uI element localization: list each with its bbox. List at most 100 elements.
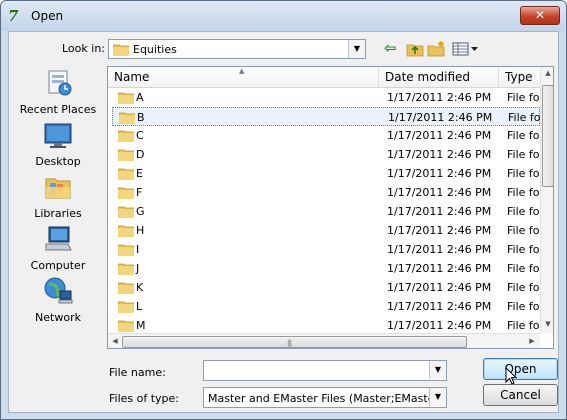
file-name-cell: B xyxy=(137,111,145,124)
cancel-button[interactable]: Cancel xyxy=(483,384,558,406)
file-row[interactable]: F 1/17/2011 2:46 PM File fol xyxy=(108,183,543,202)
folder-icon xyxy=(112,43,130,59)
mouse-cursor-icon xyxy=(505,366,518,388)
folder-icon xyxy=(118,111,136,127)
new-folder-icon[interactable] xyxy=(427,41,445,57)
file-name-cell: I xyxy=(136,243,140,256)
file-name-input[interactable]: ▼ xyxy=(203,360,447,381)
date-modified-cell: 1/17/2011 2:46 PM xyxy=(387,262,492,275)
place-label: Desktop xyxy=(35,155,81,168)
folder-icon xyxy=(117,205,135,221)
date-modified-cell: 1/17/2011 2:46 PM xyxy=(388,111,493,124)
file-list[interactable]: Name ▲ Date modified Type A 1/17/2011 2:4… xyxy=(107,66,554,349)
type-cell: File fol xyxy=(507,224,543,237)
type-cell: File fol xyxy=(507,300,543,313)
place-network[interactable]: Network xyxy=(11,274,105,326)
type-cell: File fol xyxy=(507,167,543,180)
type-cell: File fol xyxy=(508,111,544,124)
dialog-body: Look in: Equities ▼ ⇦ Recent Places Desk… xyxy=(8,31,559,413)
place-label: Recent Places xyxy=(19,103,97,116)
files-of-type-value: Master and EMaster Files (Master;EMaster… xyxy=(208,392,444,405)
file-row[interactable]: I 1/17/2011 2:46 PM File fol xyxy=(108,240,543,259)
places-bar: Recent Places Desktop Libraries Computer xyxy=(11,66,105,331)
file-row[interactable]: C 1/17/2011 2:46 PM File fol xyxy=(108,126,543,145)
file-row[interactable]: B 1/17/2011 2:46 PM File fol xyxy=(112,107,544,127)
look-in-label: Look in: xyxy=(62,42,105,55)
vertical-scrollbar[interactable]: ▲ ▼ xyxy=(540,67,553,333)
back-arrow-icon[interactable]: ⇦ xyxy=(384,41,402,57)
close-button[interactable]: ✕ xyxy=(520,6,560,25)
desktop-icon xyxy=(43,120,73,150)
file-row[interactable]: E 1/17/2011 2:46 PM File fol xyxy=(108,164,543,183)
scrollbar-thumb[interactable]: ||| xyxy=(122,336,467,348)
scroll-right-icon[interactable]: ▶ xyxy=(525,337,539,345)
place-label: Network xyxy=(35,311,81,324)
scroll-up-icon[interactable]: ▲ xyxy=(541,69,553,77)
place-libraries[interactable]: Libraries xyxy=(11,170,105,222)
file-row[interactable]: A 1/17/2011 2:46 PM File fol xyxy=(108,88,543,107)
date-modified-cell: 1/17/2011 2:46 PM xyxy=(387,300,492,313)
file-name-cell: J xyxy=(136,262,140,275)
date-modified-cell: 1/17/2011 2:46 PM xyxy=(387,91,492,104)
file-name-cell: F xyxy=(136,186,143,199)
file-row[interactable]: K 1/17/2011 2:46 PM File fol xyxy=(108,278,543,297)
folder-icon xyxy=(117,91,135,107)
place-desktop[interactable]: Desktop xyxy=(11,118,105,170)
date-modified-cell: 1/17/2011 2:46 PM xyxy=(387,167,492,180)
date-modified-cell: 1/17/2011 2:46 PM xyxy=(387,319,492,332)
type-cell: File fol xyxy=(507,319,543,332)
horizontal-scrollbar[interactable]: ◀ ||| ▶ xyxy=(108,333,540,348)
date-modified-cell: 1/17/2011 2:46 PM xyxy=(387,243,492,256)
scroll-down-icon[interactable]: ▼ xyxy=(541,320,553,328)
file-name-cell: D xyxy=(136,148,145,161)
folder-icon xyxy=(117,129,135,145)
type-cell: File fol xyxy=(507,281,543,294)
chevron-down-icon[interactable]: ▼ xyxy=(429,388,446,406)
file-row[interactable]: H 1/17/2011 2:46 PM File fol xyxy=(108,221,543,240)
date-modified-cell: 1/17/2011 2:46 PM xyxy=(387,186,492,199)
file-row[interactable]: D 1/17/2011 2:46 PM File fol xyxy=(108,145,543,164)
grip-icon: ||| xyxy=(287,339,292,347)
date-modified-cell: 1/17/2011 2:46 PM xyxy=(387,224,492,237)
file-name-cell: C xyxy=(136,129,144,142)
file-row[interactable]: J 1/17/2011 2:46 PM File fol xyxy=(108,259,543,278)
type-cell: File fol xyxy=(507,186,543,199)
file-name-cell: L xyxy=(136,300,143,313)
folder-icon xyxy=(117,300,135,316)
place-label: Libraries xyxy=(34,207,82,220)
scroll-left-icon[interactable]: ◀ xyxy=(108,337,122,345)
files-of-type-select[interactable]: Master and EMaster Files (Master;EMaster… xyxy=(203,387,447,408)
look-in-value: Equities xyxy=(133,43,177,56)
file-name-cell: E xyxy=(136,167,143,180)
file-name-cell: K xyxy=(136,281,144,294)
sort-ascending-icon: ▲ xyxy=(239,67,245,75)
file-row[interactable]: L 1/17/2011 2:46 PM File fol xyxy=(108,297,543,316)
chevron-down-icon[interactable]: ▼ xyxy=(429,361,446,379)
type-cell: File fol xyxy=(507,262,543,275)
recent-places-icon xyxy=(43,68,73,98)
look-in-combo[interactable]: Equities ▼ xyxy=(108,39,366,59)
up-folder-icon[interactable] xyxy=(406,41,424,57)
open-button[interactable]: Open xyxy=(483,358,558,380)
folder-icon xyxy=(117,243,135,259)
file-name-label: File name: xyxy=(109,366,166,379)
chevron-down-icon[interactable]: ▼ xyxy=(348,40,365,58)
folder-icon xyxy=(117,186,135,202)
app-icon: 7 xyxy=(8,7,19,25)
column-header-date[interactable]: Date modified xyxy=(379,67,499,88)
window-title: Open xyxy=(31,9,64,23)
date-modified-cell: 1/17/2011 2:46 PM xyxy=(387,205,492,218)
title-bar[interactable]: 7 Open ✕ xyxy=(1,1,566,31)
date-modified-cell: 1/17/2011 2:46 PM xyxy=(387,129,492,142)
file-name-cell: A xyxy=(136,91,144,104)
place-recent-places[interactable]: Recent Places xyxy=(11,66,105,118)
place-computer[interactable]: Computer xyxy=(11,222,105,274)
network-icon xyxy=(43,276,73,306)
scrollbar-thumb[interactable] xyxy=(542,85,553,187)
view-menu-icon[interactable] xyxy=(452,41,480,57)
file-row[interactable]: G 1/17/2011 2:46 PM File fol xyxy=(108,202,543,221)
date-modified-cell: 1/17/2011 2:46 PM xyxy=(387,281,492,294)
type-cell: File fol xyxy=(507,205,543,218)
type-cell: File fol xyxy=(507,243,543,256)
open-dialog: 7 Open ✕ Look in: Equities ▼ ⇦ Recent Pl… xyxy=(0,0,567,420)
